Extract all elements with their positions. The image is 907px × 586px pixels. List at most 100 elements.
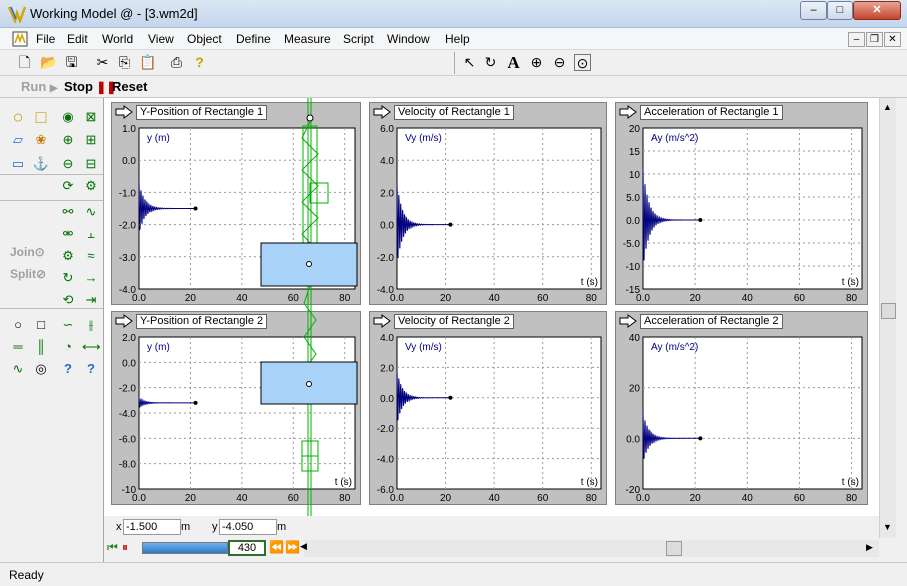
rod-icon[interactable]: ⚯ xyxy=(59,203,77,221)
doc-minimize-button[interactable]: – xyxy=(848,32,865,47)
stop-button[interactable]: Stop ❚❚ xyxy=(64,79,116,94)
point-icon[interactable]: ○ xyxy=(9,316,27,334)
meter-acceleration-rect1[interactable]: Acceleration of Rectangle 1 20 15 10 5.0 0.0… xyxy=(615,102,868,305)
polygon-tool-icon[interactable]: ▱ xyxy=(9,131,27,149)
open-folder-icon[interactable]: 📂 xyxy=(40,54,57,71)
zoom-out-icon[interactable]: ⊖ xyxy=(551,54,568,71)
tape-progress-bar[interactable] xyxy=(142,542,228,554)
scroll-up-icon[interactable]: ▲ xyxy=(883,102,892,112)
help-object-icon[interactable]: ? xyxy=(82,360,100,378)
force-icon[interactable]: → xyxy=(82,269,100,287)
square-point-icon[interactable]: ⊠ xyxy=(82,108,100,126)
rewind-icon[interactable]: ⏮ xyxy=(107,540,118,555)
rigid-joint-icon[interactable]: ⊞ xyxy=(82,131,100,149)
document-icon[interactable] xyxy=(12,31,28,47)
meter-y-position-rect1[interactable]: Y-Position of Rectangle 1 1.0 0.0 -1.0 -2.0… xyxy=(111,102,361,305)
menu-measure[interactable]: Measure xyxy=(284,32,331,46)
run-button[interactable]: Run ▶ xyxy=(21,79,58,94)
horizontal-slot-icon[interactable]: ═ xyxy=(9,338,27,356)
print-icon[interactable]: ⎙ xyxy=(168,54,185,71)
tape-stop-icon[interactable]: ⏸ xyxy=(122,540,128,555)
menu-help[interactable]: Help xyxy=(445,32,470,46)
x-coord-unit: m xyxy=(181,521,191,533)
x-tick-label: 20 xyxy=(690,493,702,504)
rectangle-tool-icon[interactable]: □ xyxy=(32,108,50,126)
close-button[interactable]: ✕ xyxy=(853,1,901,20)
rope-icon[interactable]: ⚮ xyxy=(59,225,77,243)
menu-world[interactable]: World xyxy=(102,32,133,46)
double-circle-icon[interactable]: ◎ xyxy=(32,360,50,378)
motor-gear-icon[interactable]: ⚙ xyxy=(82,177,100,195)
menu-object[interactable]: Object xyxy=(187,32,222,46)
simulation-workspace[interactable]: Y-Position of Rectangle 1 1.0 0.0 -1.0 -2.0… xyxy=(104,98,879,516)
torque-icon[interactable]: ⟲ xyxy=(59,291,77,309)
x-coord-field[interactable]: -1.500 xyxy=(123,519,181,535)
menu-view[interactable]: View xyxy=(148,32,174,46)
paste-icon[interactable]: 📋 xyxy=(139,54,156,71)
help-point-icon[interactable]: ? xyxy=(59,360,77,378)
help-question-icon[interactable]: ? xyxy=(191,54,208,71)
trace-end-point xyxy=(193,206,198,211)
damper-icon[interactable]: ⫠ xyxy=(82,225,100,243)
meter-acceleration-rect2[interactable]: Acceleration of Rectangle 2 40 20 0.0 -20 0.… xyxy=(615,311,868,505)
meter-velocity-rect1[interactable]: Velocity of Rectangle 1 6.0 4.0 2.0 0.0 -2.0… xyxy=(369,102,607,305)
x-tick-label: 20 xyxy=(185,293,197,304)
point-element-icon[interactable]: ◉ xyxy=(59,108,77,126)
rotate-icon[interactable]: ↻ xyxy=(482,54,499,71)
menu-window[interactable]: Window xyxy=(387,32,430,46)
step-forward-icon[interactable]: ⏩ xyxy=(285,540,300,554)
horizontal-scrollbar[interactable]: ▶ xyxy=(300,540,879,557)
zoom-in-icon[interactable]: ⊕ xyxy=(528,54,545,71)
doc-restore-button[interactable]: ❐ xyxy=(866,32,883,47)
split-button[interactable]: Split⊘ xyxy=(10,267,46,281)
vertical-slot-icon[interactable]: ║ xyxy=(32,338,50,356)
line-icon[interactable]: ⟷ xyxy=(82,338,101,356)
copy-icon[interactable]: ⎘ xyxy=(116,54,133,71)
menu-edit[interactable]: Edit xyxy=(67,32,88,46)
step-back-icon[interactable]: ⏪ xyxy=(269,540,284,554)
pulley-icon[interactable]: ≈ xyxy=(82,247,100,265)
pin-joint-icon[interactable]: ⊕ xyxy=(59,131,77,149)
cut-icon[interactable]: ✂ xyxy=(94,54,111,71)
square-body-tool-icon[interactable]: ▭ xyxy=(9,155,27,173)
meter-y-position-rect2[interactable]: Y-Position of Rectangle 2 2.0 0.0 -2.0 -4.0… xyxy=(111,311,361,505)
zoom-fit-icon[interactable]: ⊙ xyxy=(574,54,591,71)
meter-plot: 2015105.00.0-5.0-10-150.0 20 40 60 80Ay (m/s… xyxy=(623,124,863,304)
curved-rope-icon[interactable]: ∽ xyxy=(59,316,77,334)
scroll-right-icon[interactable]: ▶ xyxy=(866,542,873,553)
curved-slot-icon[interactable]: ⟳ xyxy=(59,177,77,195)
separator-icon[interactable]: ⫲ xyxy=(82,316,100,334)
minimize-button[interactable]: – xyxy=(800,1,827,20)
save-icon[interactable]: 🖫 xyxy=(63,54,80,71)
new-file-icon[interactable]: 🗋 xyxy=(16,54,33,71)
gear-icon[interactable]: ⚙ xyxy=(59,247,77,265)
scroll-down-icon[interactable]: ▼ xyxy=(883,522,892,532)
rotational-spring-icon[interactable]: ↻ xyxy=(59,269,77,287)
reset-button[interactable]: Reset xyxy=(112,79,147,94)
curved-body-tool-icon[interactable]: ❀ xyxy=(32,131,50,149)
pin-icon[interactable]: ◔ xyxy=(59,338,77,356)
meter-velocity-rect2[interactable]: Velocity of Rectangle 2 4.0 2.0 0.0 -2.0 -4.… xyxy=(369,311,607,505)
maximize-button[interactable]: □ xyxy=(827,1,853,20)
square-point-tool-icon[interactable]: □ xyxy=(32,316,50,334)
text-tool-icon[interactable]: A xyxy=(505,54,522,71)
menu-script[interactable]: Script xyxy=(343,32,374,46)
circle-tool-icon[interactable]: ○ xyxy=(9,108,27,126)
menu-file[interactable]: File xyxy=(36,32,55,46)
join-button[interactable]: Join⊙ xyxy=(10,245,45,259)
slot-joint-icon[interactable]: ⊖ xyxy=(59,155,77,173)
tape-scroll-left-icon[interactable]: ◀ xyxy=(300,541,307,552)
horizontal-scroll-thumb[interactable] xyxy=(666,541,682,556)
spring-icon[interactable]: ∿ xyxy=(82,203,100,221)
doc-close-button[interactable]: ✕ xyxy=(884,32,901,47)
curve-tool-icon[interactable]: ∿ xyxy=(9,360,27,378)
anchor-tool-icon[interactable]: ⚓ xyxy=(32,155,50,173)
pointer-arrow-icon[interactable]: ↖ xyxy=(461,54,478,71)
working-model-app-icon[interactable] xyxy=(8,5,26,23)
y-coord-field[interactable]: -4.050 xyxy=(219,519,277,535)
actuator-icon[interactable]: ⇥ xyxy=(82,291,100,309)
menu-define[interactable]: Define xyxy=(236,32,271,46)
vertical-scrollbar[interactable]: ▲ ▼ xyxy=(879,98,896,538)
vertical-scroll-thumb[interactable] xyxy=(881,303,896,319)
keyed-slot-icon[interactable]: ⊟ xyxy=(82,155,100,173)
